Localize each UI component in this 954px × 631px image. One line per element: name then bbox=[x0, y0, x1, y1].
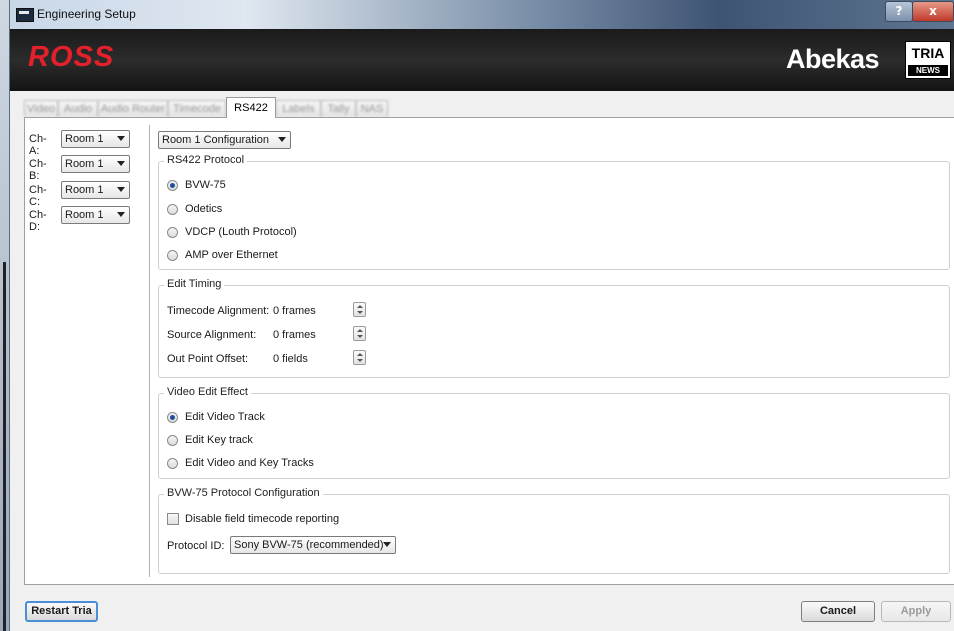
app-icon bbox=[16, 8, 34, 22]
channel-a-select[interactable]: Room 1 bbox=[61, 130, 130, 148]
close-button[interactable]: x bbox=[912, 1, 954, 22]
channel-c-value: Room 1 bbox=[65, 184, 104, 196]
radio-edit-video-track-label: Edit Video Track bbox=[185, 411, 265, 423]
radio-button-selected[interactable] bbox=[167, 412, 178, 423]
video-edit-effect-title: Video Edit Effect bbox=[164, 386, 251, 398]
spin-down-icon bbox=[357, 359, 363, 362]
channel-c-select[interactable]: Room 1 bbox=[61, 181, 130, 199]
channel-d-select[interactable]: Room 1 bbox=[61, 206, 130, 224]
timecode-alignment-label: Timecode Alignment: bbox=[167, 305, 270, 317]
channel-b-value: Room 1 bbox=[65, 158, 104, 170]
tab-labels[interactable]: Labels bbox=[276, 100, 321, 117]
channel-b-label: Ch-B: bbox=[29, 158, 47, 182]
radio-button[interactable] bbox=[167, 250, 178, 261]
protocol-id-value: Sony BVW-75 (recommended) bbox=[234, 539, 384, 551]
radio-odetics-label: Odetics bbox=[185, 203, 223, 215]
out-point-offset-spinner[interactable] bbox=[353, 350, 366, 365]
tab-nas[interactable]: NAS bbox=[356, 100, 388, 117]
tab-tally[interactable]: Tally bbox=[321, 100, 356, 117]
out-point-offset-value[interactable]: 0 fields bbox=[273, 353, 308, 365]
radio-edit-key-track-label: Edit Key track bbox=[185, 434, 253, 446]
source-alignment-spinner[interactable] bbox=[353, 326, 366, 341]
chevron-down-icon bbox=[278, 137, 286, 142]
chevron-down-icon bbox=[117, 136, 125, 141]
restart-tria-button[interactable]: Restart Tria bbox=[25, 601, 98, 622]
source-alignment-value[interactable]: 0 frames bbox=[273, 329, 316, 341]
radio-amp-ethernet-label: AMP over Ethernet bbox=[185, 249, 278, 261]
radio-edit-video-key-tracks-label: Edit Video and Key Tracks bbox=[185, 457, 314, 469]
protocol-id-select[interactable]: Sony BVW-75 (recommended) bbox=[230, 536, 396, 554]
tria-logo-text: TRIA bbox=[911, 45, 945, 61]
cancel-button[interactable]: Cancel bbox=[801, 601, 875, 622]
disable-field-timecode-label: Disable field timecode reporting bbox=[185, 513, 340, 525]
chevron-down-icon bbox=[383, 542, 391, 547]
spin-down-icon bbox=[357, 311, 363, 314]
disable-field-timecode-checkbox[interactable] bbox=[167, 513, 179, 525]
radio-button-selected[interactable] bbox=[167, 180, 178, 191]
chevron-down-icon bbox=[117, 187, 125, 192]
tab-rs422[interactable]: RS422 bbox=[226, 97, 276, 118]
protocol-id-label: Protocol ID: bbox=[167, 540, 225, 552]
bvw75-config-title: BVW-75 Protocol Configuration bbox=[164, 487, 323, 499]
column-divider bbox=[149, 125, 150, 577]
radio-button[interactable] bbox=[167, 435, 178, 446]
chevron-down-icon bbox=[117, 212, 125, 217]
radio-button[interactable] bbox=[167, 227, 178, 238]
tab-audio[interactable]: Audio bbox=[58, 100, 98, 117]
tab-audio-router[interactable]: Audio Router bbox=[98, 100, 168, 117]
radio-button[interactable] bbox=[167, 204, 178, 215]
spin-up-icon bbox=[357, 305, 363, 308]
channel-d-value: Room 1 bbox=[65, 209, 104, 221]
tab-timecode[interactable]: Timecode bbox=[168, 100, 226, 117]
channel-d-label: Ch-D: bbox=[29, 209, 47, 233]
edit-timing-title: Edit Timing bbox=[164, 278, 225, 290]
brand-header: ROSS Abekas TRIA NEWS bbox=[10, 29, 954, 91]
tria-news-logo: TRIA NEWS bbox=[905, 41, 951, 79]
rs422-panel: Ch-A: Room 1 Ch-B: Room 1 Ch-C: Room 1 C… bbox=[24, 117, 954, 585]
video-edit-effect-group: Video Edit Effect Edit Video Track Edit … bbox=[158, 386, 950, 479]
desktop-edge bbox=[0, 0, 9, 631]
room-configuration-value: Room 1 Configuration bbox=[162, 134, 270, 146]
source-alignment-label: Source Alignment: bbox=[167, 329, 257, 341]
room-configuration-select[interactable]: Room 1 Configuration bbox=[158, 131, 291, 149]
radio-bvw75-label: BVW-75 bbox=[185, 179, 226, 191]
rs422-protocol-title: RS422 Protocol bbox=[164, 154, 248, 166]
desktop-edge-strip bbox=[3, 262, 6, 631]
spin-up-icon bbox=[357, 329, 363, 332]
help-button[interactable]: ? bbox=[885, 1, 913, 22]
timecode-alignment-value[interactable]: 0 frames bbox=[273, 305, 316, 317]
out-point-offset-label: Out Point Offset: bbox=[167, 353, 249, 365]
channel-a-label: Ch-A: bbox=[29, 133, 47, 157]
rs422-protocol-group: RS422 Protocol BVW-75 Odetics VDCP (Lout… bbox=[158, 154, 950, 270]
channel-a-value: Room 1 bbox=[65, 133, 104, 145]
news-logo-text: NEWS bbox=[908, 65, 948, 76]
bvw75-config-group: BVW-75 Protocol Configuration Disable fi… bbox=[158, 487, 950, 574]
tab-video[interactable]: Video bbox=[24, 100, 58, 117]
ross-logo: ROSS bbox=[28, 41, 115, 73]
engineering-setup-window: Engineering Setup ? x ROSS Abekas TRIA N… bbox=[9, 0, 954, 631]
timecode-alignment-spinner[interactable] bbox=[353, 302, 366, 317]
spin-up-icon bbox=[357, 353, 363, 356]
title-bar[interactable]: Engineering Setup ? x bbox=[10, 0, 954, 29]
channel-b-select[interactable]: Room 1 bbox=[61, 155, 130, 173]
window-title: Engineering Setup bbox=[37, 7, 136, 21]
edit-timing-group: Edit Timing Timecode Alignment: 0 frames… bbox=[158, 278, 950, 378]
radio-button[interactable] bbox=[167, 458, 178, 469]
radio-vdcp-label: VDCP (Louth Protocol) bbox=[185, 226, 297, 238]
channel-c-label: Ch-C: bbox=[29, 184, 47, 208]
spin-down-icon bbox=[357, 335, 363, 338]
chevron-down-icon bbox=[117, 161, 125, 166]
apply-button[interactable]: Apply bbox=[881, 601, 951, 622]
abekas-logo: Abekas bbox=[786, 44, 880, 74]
